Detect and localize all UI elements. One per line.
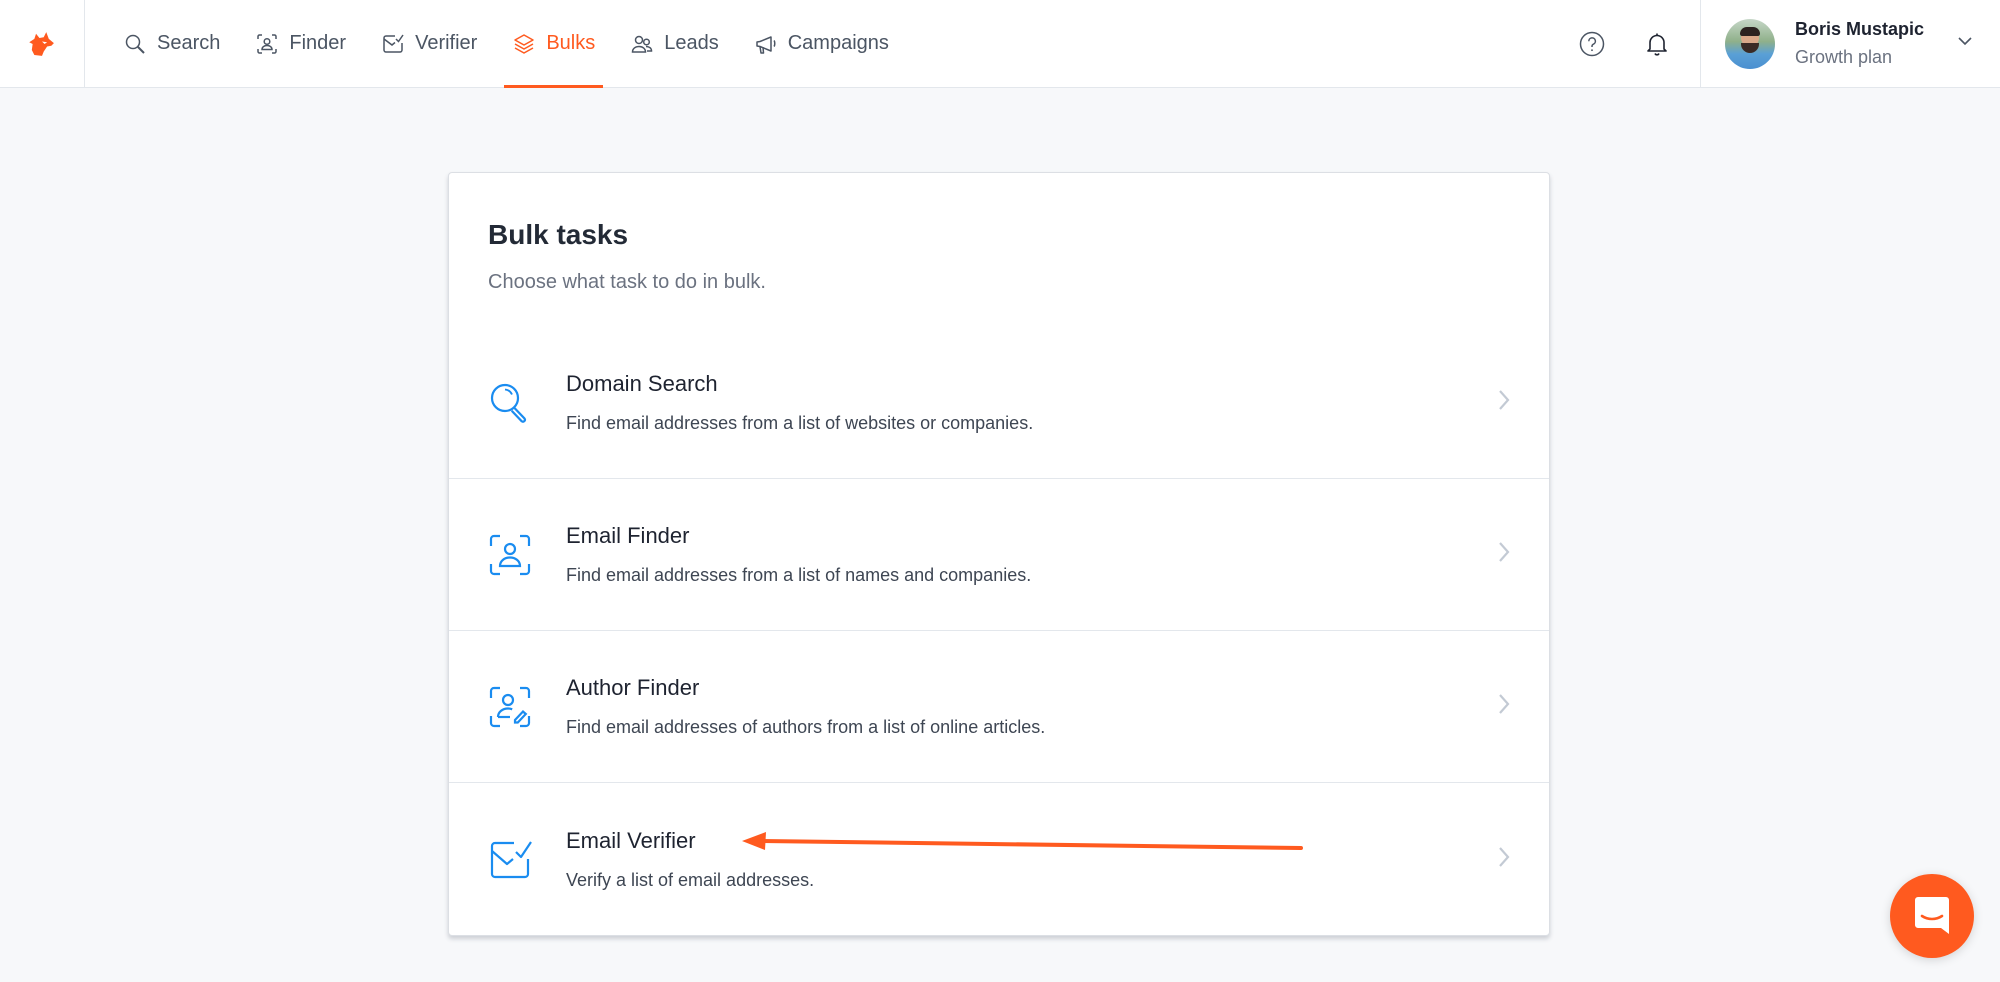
task-title: Email Finder [566,523,690,548]
nav-item-campaigns[interactable]: Campaigns [746,0,897,87]
search-icon [125,34,145,54]
task-row-domain-search[interactable]: Domain Search Find email addresses from … [449,327,1549,479]
bulk-tasks-card: Bulk tasks Choose what task to do in bul… [448,172,1550,936]
nav-label: Verifier [415,32,478,54]
mail-check-icon [490,841,532,879]
fox-logo-icon [29,32,54,56]
chevron-right-icon [1499,846,1510,867]
nav-label: Finder [289,32,347,54]
task-description: Find email addresses of authors from a l… [566,717,1046,737]
task-row-author-finder[interactable]: Author Finder Find email addresses of au… [449,631,1549,783]
task-title: Email Verifier [566,827,696,853]
account-name: Boris Mustapic [1795,19,1925,39]
task-title: Domain Search [566,371,718,396]
bell-icon [1647,33,1667,56]
megaphone-icon [755,35,776,54]
search-icon [490,383,526,423]
author-scan-icon [489,686,531,727]
users-icon [631,35,653,53]
task-row-email-finder[interactable]: Email Finder Find email addresses from a… [449,479,1549,631]
notifications-button[interactable] [1635,22,1679,66]
task-description: Verify a list of email addresses. [566,869,815,890]
nav-label: Bulks [546,32,596,54]
task-description: Find email addresses from a list of webs… [566,413,1034,433]
nav-item-leads[interactable]: Leads [622,0,727,87]
logo[interactable] [0,0,85,88]
top-navigation-bar: Search Finder Verifier Bulks Leads Campa… [0,0,2000,88]
account-menu[interactable]: Boris Mustapic Growth plan [1700,0,2000,88]
chevron-right-icon [1499,542,1510,562]
account-info: Boris Mustapic Growth plan [1795,19,1924,68]
nav-item-bulks[interactable]: Bulks [504,0,604,88]
task-row-email-verifier[interactable]: Email Verifier Verify a list of email ad… [449,783,1549,935]
help-button[interactable] [1570,22,1614,66]
layers-icon [514,33,535,54]
nav-label: Leads [664,32,719,54]
chat-icon [1915,897,1949,934]
nav-label: Search [157,32,221,54]
person-scan-icon [489,534,531,575]
help-icon [1579,31,1605,56]
chevron-right-icon [1499,694,1510,714]
task-description: Find email addresses from a list of name… [566,565,1032,585]
nav-label: Campaigns [787,32,889,54]
avatar [1725,18,1775,69]
page-subtitle: Choose what task to do in bulk. [488,271,766,293]
nav-item-search[interactable]: Search [115,0,228,87]
account-plan: Growth plan [1795,47,1893,67]
chat-launcher-button[interactable] [1890,874,1974,958]
chevron-down-icon [1958,37,1972,46]
nav-item-finder[interactable]: Finder [247,0,354,87]
mail-check-icon [383,34,404,53]
card-header: Bulk tasks Choose what task to do in bul… [449,173,1549,479]
header-tools: Boris Mustapic Growth plan [1570,0,2000,88]
chevron-right-icon [1499,390,1510,410]
main-nav: Search Finder Verifier Bulks Leads Campa… [115,0,916,88]
task-title: Author Finder [566,675,700,700]
nav-item-verifier[interactable]: Verifier [373,0,485,87]
page-title: Bulk tasks [488,219,629,250]
person-scan-icon [257,33,278,54]
account-dropdown-toggle[interactable] [1956,32,1974,55]
